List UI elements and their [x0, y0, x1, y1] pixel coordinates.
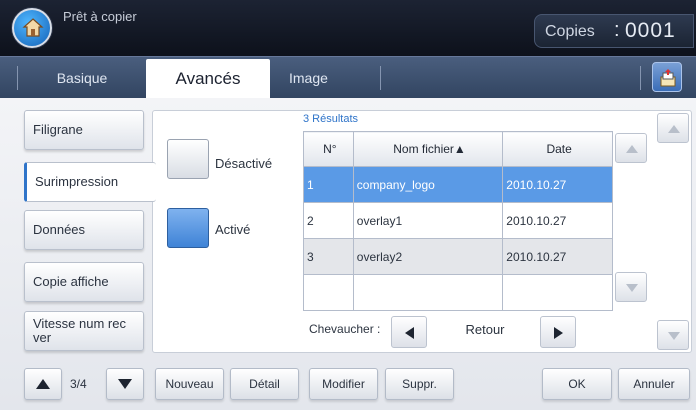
table-scroll-down-button[interactable] [615, 272, 647, 302]
home-button[interactable] [12, 8, 52, 48]
row-date: 2010.10.27 [502, 166, 613, 203]
tab-separator [640, 66, 641, 90]
row-date: 2010.10.27 [502, 202, 613, 239]
tab-image[interactable]: Image [270, 57, 380, 99]
modify-button[interactable]: Modifier [309, 368, 378, 400]
option-desactive-button[interactable] [167, 139, 209, 179]
tab-avances[interactable]: Avancés [146, 59, 270, 99]
triangle-up-icon [626, 145, 638, 153]
top-bar: Prêt à copier Copies : 0001 [0, 0, 696, 56]
overlap-value: Retour [465, 322, 505, 337]
page-down-button[interactable] [106, 368, 144, 400]
page-indicator: 3/4 [70, 377, 87, 391]
new-button[interactable]: Nouveau [155, 368, 224, 400]
table-row-empty [303, 274, 613, 311]
column-header-name[interactable]: Nom fichier▲ [352, 131, 504, 167]
triangle-up-icon [668, 125, 680, 133]
table-scroll-up-button[interactable] [615, 133, 647, 163]
side-menu-donnees[interactable]: Données [24, 210, 144, 250]
column-header-num[interactable]: N° [303, 131, 354, 167]
copies-separator: : [614, 19, 620, 41]
triangle-up-icon [36, 379, 50, 389]
delete-button[interactable]: Suppr. [385, 368, 454, 400]
triangle-left-icon [405, 327, 414, 339]
detail-button[interactable]: Détail [230, 368, 299, 400]
side-menu-surimpression[interactable]: Surimpression [24, 162, 156, 202]
triangle-down-icon [626, 284, 638, 292]
row-num: 2 [303, 202, 354, 239]
tab-separator [380, 66, 381, 90]
column-header-date[interactable]: Date [502, 131, 613, 167]
home-icon [22, 18, 44, 37]
table-row[interactable]: 3 overlay2 2010.10.27 [303, 238, 613, 275]
option-active-button[interactable] [167, 208, 209, 248]
panel-scroll-down-button[interactable] [657, 320, 689, 350]
overlap-label: Chevaucher : [309, 322, 381, 336]
tab-bar: Basique Avancés Image [0, 56, 696, 99]
row-name: overlay1 [352, 202, 504, 239]
overlap-next-button[interactable] [540, 316, 576, 348]
row-name: company_logo [352, 166, 504, 203]
table-row[interactable]: 1 company_logo 2010.10.27 [303, 166, 613, 203]
cancel-button[interactable]: Annuler [618, 368, 690, 400]
side-menu-copie-affiche[interactable]: Copie affiche [24, 262, 144, 302]
row-date: 2010.10.27 [502, 238, 613, 275]
file-table: N° Nom fichier▲ Date 1 company_logo 2010… [303, 131, 613, 311]
results-count: 3 Résultats [303, 113, 359, 125]
triangle-down-icon [118, 379, 132, 389]
option-active-label: Activé [215, 222, 251, 237]
page-up-button[interactable] [24, 368, 62, 400]
side-menu-vitesse-num[interactable]: Vitesse num rec ver [24, 311, 144, 351]
table-header-row: N° Nom fichier▲ Date [303, 131, 613, 167]
ok-button[interactable]: OK [542, 368, 612, 400]
panel-scroll-up-button[interactable] [657, 113, 689, 143]
table-row[interactable]: 2 overlay1 2010.10.27 [303, 202, 613, 239]
copies-counter[interactable]: Copies : 0001 [534, 14, 694, 48]
tab-basique[interactable]: Basique [18, 57, 146, 99]
job-menu-button[interactable] [652, 62, 682, 92]
document-stack-icon [660, 69, 676, 87]
status-text: Prêt à copier [63, 9, 137, 24]
side-menu-filigrane[interactable]: Filigrane [24, 110, 144, 150]
copies-value: 0001 [625, 19, 676, 42]
row-num: 1 [303, 166, 354, 203]
row-num: 3 [303, 238, 354, 275]
overlap-prev-button[interactable] [391, 316, 427, 348]
option-desactive-label: Désactivé [215, 156, 273, 171]
triangle-right-icon [554, 327, 563, 339]
copies-label: Copies [545, 23, 595, 40]
row-name: overlay2 [352, 238, 504, 275]
triangle-down-icon [668, 332, 680, 340]
